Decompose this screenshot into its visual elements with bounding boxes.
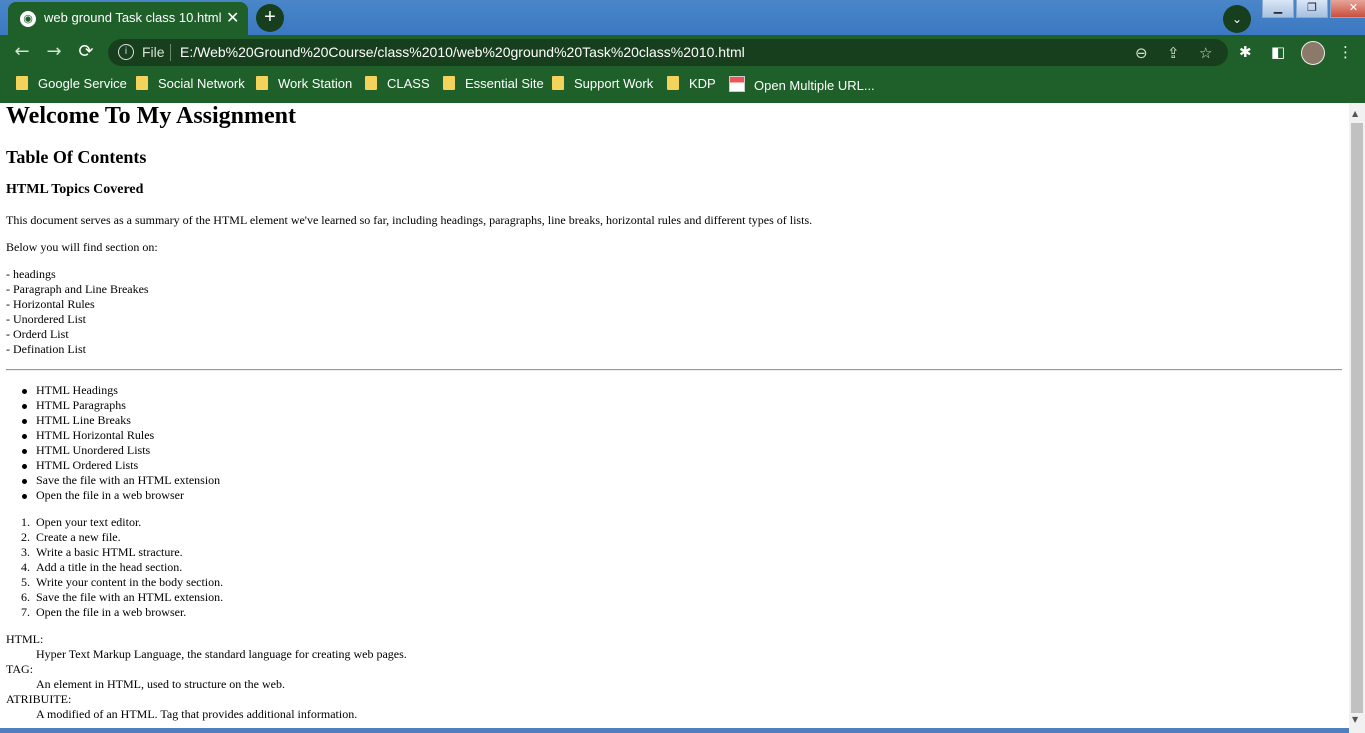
bookmark-label: CLASS	[387, 76, 430, 91]
browser-chrome: ◉ web ground Task class 10.html ✕ + ⌄ ▁ …	[0, 0, 1365, 103]
app-icon	[729, 76, 745, 92]
address-bar[interactable]: i File E:/Web%20Ground%20Course/class%20…	[108, 39, 1228, 66]
bookmark-label: KDP	[689, 76, 716, 91]
ordered-list: 1. Open your text editor. 2. Create a new …	[21, 515, 224, 620]
bookmark-label: Open Multiple URL...	[754, 78, 875, 93]
bookmark-label: Google Service	[38, 76, 127, 91]
tab-title: web ground Task class 10.html	[44, 10, 222, 25]
below-paragraph: Below you will find section on:	[6, 240, 158, 254]
list-item: 6. Save the file with an HTML extension.	[21, 590, 224, 604]
definition-term: TAG:	[6, 662, 34, 676]
bookmarks-bar: Google Service Social Network Work Stati…	[0, 69, 1365, 101]
list-item: HTML Horizontal Rules	[21, 428, 220, 443]
bookmark-google-service[interactable]: Google Service	[16, 76, 127, 91]
bookmark-support-work[interactable]: Support Work	[552, 76, 653, 91]
window-close-button[interactable]: ✕	[1330, 0, 1365, 18]
bookmark-star-icon[interactable]: ☆	[1199, 44, 1212, 62]
section-line: - Defination List	[6, 342, 86, 356]
folder-icon	[256, 76, 268, 90]
list-item: 1. Open your text editor.	[21, 515, 142, 529]
page-heading: Welcome To My Assignment	[6, 103, 297, 129]
scroll-down-icon[interactable]: ▼	[1352, 715, 1358, 724]
list-item: HTML Unordered Lists	[21, 443, 220, 458]
list-item: HTML Ordered Lists	[21, 458, 220, 473]
bookmark-open-multiple-url[interactable]: Open Multiple URL...	[729, 76, 875, 93]
section-line: - Paragraph and Line Breakes	[6, 282, 149, 296]
forward-button[interactable]: →	[42, 41, 66, 63]
minimize-button[interactable]: ▁	[1262, 0, 1294, 18]
window-controls: ▁ ❐ ✕	[1260, 0, 1365, 18]
tab-search-button[interactable]: ⌄	[1223, 5, 1251, 33]
section-line: - Orderd List	[6, 327, 69, 341]
folder-icon	[443, 76, 455, 90]
list-item: Save the file with an HTML extension	[21, 473, 221, 487]
extensions-icon[interactable]: ✱	[1239, 43, 1252, 61]
horizontal-rule	[6, 369, 1342, 371]
reload-button[interactable]: ⟳	[74, 41, 98, 63]
bookmark-label: Work Station	[278, 76, 353, 91]
definition-description: Hyper Text Markup Language, the standard…	[36, 647, 407, 661]
folder-icon	[552, 76, 564, 90]
address-divider	[170, 44, 171, 61]
taskbar-edge	[0, 728, 1349, 733]
list-item: 4. Add a title in the head section.	[21, 560, 183, 574]
info-icon[interactable]: i	[118, 44, 134, 60]
globe-icon: ◉	[20, 11, 36, 27]
toc-heading: Table Of Contents	[6, 147, 147, 167]
list-item: 2. Create a new file.	[21, 530, 121, 544]
bookmark-kdp[interactable]: KDP	[667, 76, 716, 91]
section-line: - headings	[6, 267, 56, 281]
menu-icon[interactable]: ⋮	[1338, 43, 1353, 61]
list-item: HTML Headings	[21, 383, 220, 398]
list-item: 7. Open the file in a web browser.	[21, 605, 187, 619]
profile-avatar[interactable]	[1301, 41, 1325, 65]
definition-list: HTML: Hyper Text Markup Language, the st…	[6, 632, 407, 722]
unordered-list: HTML Headings HTML Paragraphs HTML Line …	[21, 383, 221, 503]
list-item: HTML Paragraphs	[21, 398, 220, 413]
scheme-label: File	[142, 44, 165, 60]
definition-term: HTML:	[6, 632, 44, 646]
scrollbar-thumb[interactable]	[1351, 123, 1363, 713]
share-icon[interactable]: ⇪	[1167, 44, 1180, 62]
folder-icon	[365, 76, 377, 90]
list-item: HTML Line Breaks	[21, 413, 220, 428]
url-text[interactable]: E:/Web%20Ground%20Course/class%2010/web%…	[180, 44, 745, 60]
folder-icon	[136, 76, 148, 90]
list-item: 3. Write a basic HTML stracture.	[21, 545, 183, 559]
zoom-icon[interactable]: ⊖	[1135, 44, 1148, 62]
back-button[interactable]: ←	[10, 41, 34, 63]
side-panel-icon[interactable]: ◧	[1271, 43, 1285, 61]
scroll-up-icon[interactable]: ▲	[1352, 109, 1358, 118]
restore-button[interactable]: ❐	[1296, 0, 1328, 18]
list-item: Open the file in a web browser	[21, 488, 220, 503]
bookmark-work-station[interactable]: Work Station	[256, 76, 352, 91]
bookmark-label: Support Work	[574, 76, 654, 91]
sections-paragraph: - headings - Paragraph and Line Breakes …	[6, 267, 149, 357]
bookmark-label: Essential Site	[465, 76, 544, 91]
close-tab-icon[interactable]: ✕	[226, 8, 239, 28]
folder-icon	[667, 76, 679, 90]
browser-toolbar: ← → ⟳ i File E:/Web%20Ground%20Course/cl…	[0, 35, 1365, 69]
section-line: - Unordered List	[6, 312, 86, 326]
bookmark-social-network[interactable]: Social Network	[136, 76, 245, 91]
definition-description: A modified of an HTML. Tag that provides…	[36, 707, 358, 721]
folder-icon	[16, 76, 28, 90]
definition-term: ATRIBUITE:	[6, 692, 72, 706]
bookmark-essential-site[interactable]: Essential Site	[443, 76, 544, 91]
vertical-scrollbar[interactable]: ▲ ▼	[1349, 103, 1365, 733]
topics-heading: HTML Topics Covered	[6, 182, 144, 197]
definition-description: An element in HTML, used to structure on…	[36, 677, 285, 691]
bookmark-label: Social Network	[158, 76, 245, 91]
tab-strip: ◉ web ground Task class 10.html ✕ + ⌄ ▁ …	[0, 0, 1365, 35]
new-tab-button[interactable]: +	[256, 4, 284, 32]
intro-paragraph: This document serves as a summary of the…	[6, 213, 813, 227]
list-item: 5. Write your content in the body section…	[21, 575, 224, 589]
bookmark-class[interactable]: CLASS	[365, 76, 430, 91]
active-tab[interactable]: ◉ web ground Task class 10.html ✕	[8, 2, 248, 35]
section-line: - Horizontal Rules	[6, 297, 95, 311]
page-content: Welcome To My Assignment Table Of Conten…	[0, 103, 1349, 733]
